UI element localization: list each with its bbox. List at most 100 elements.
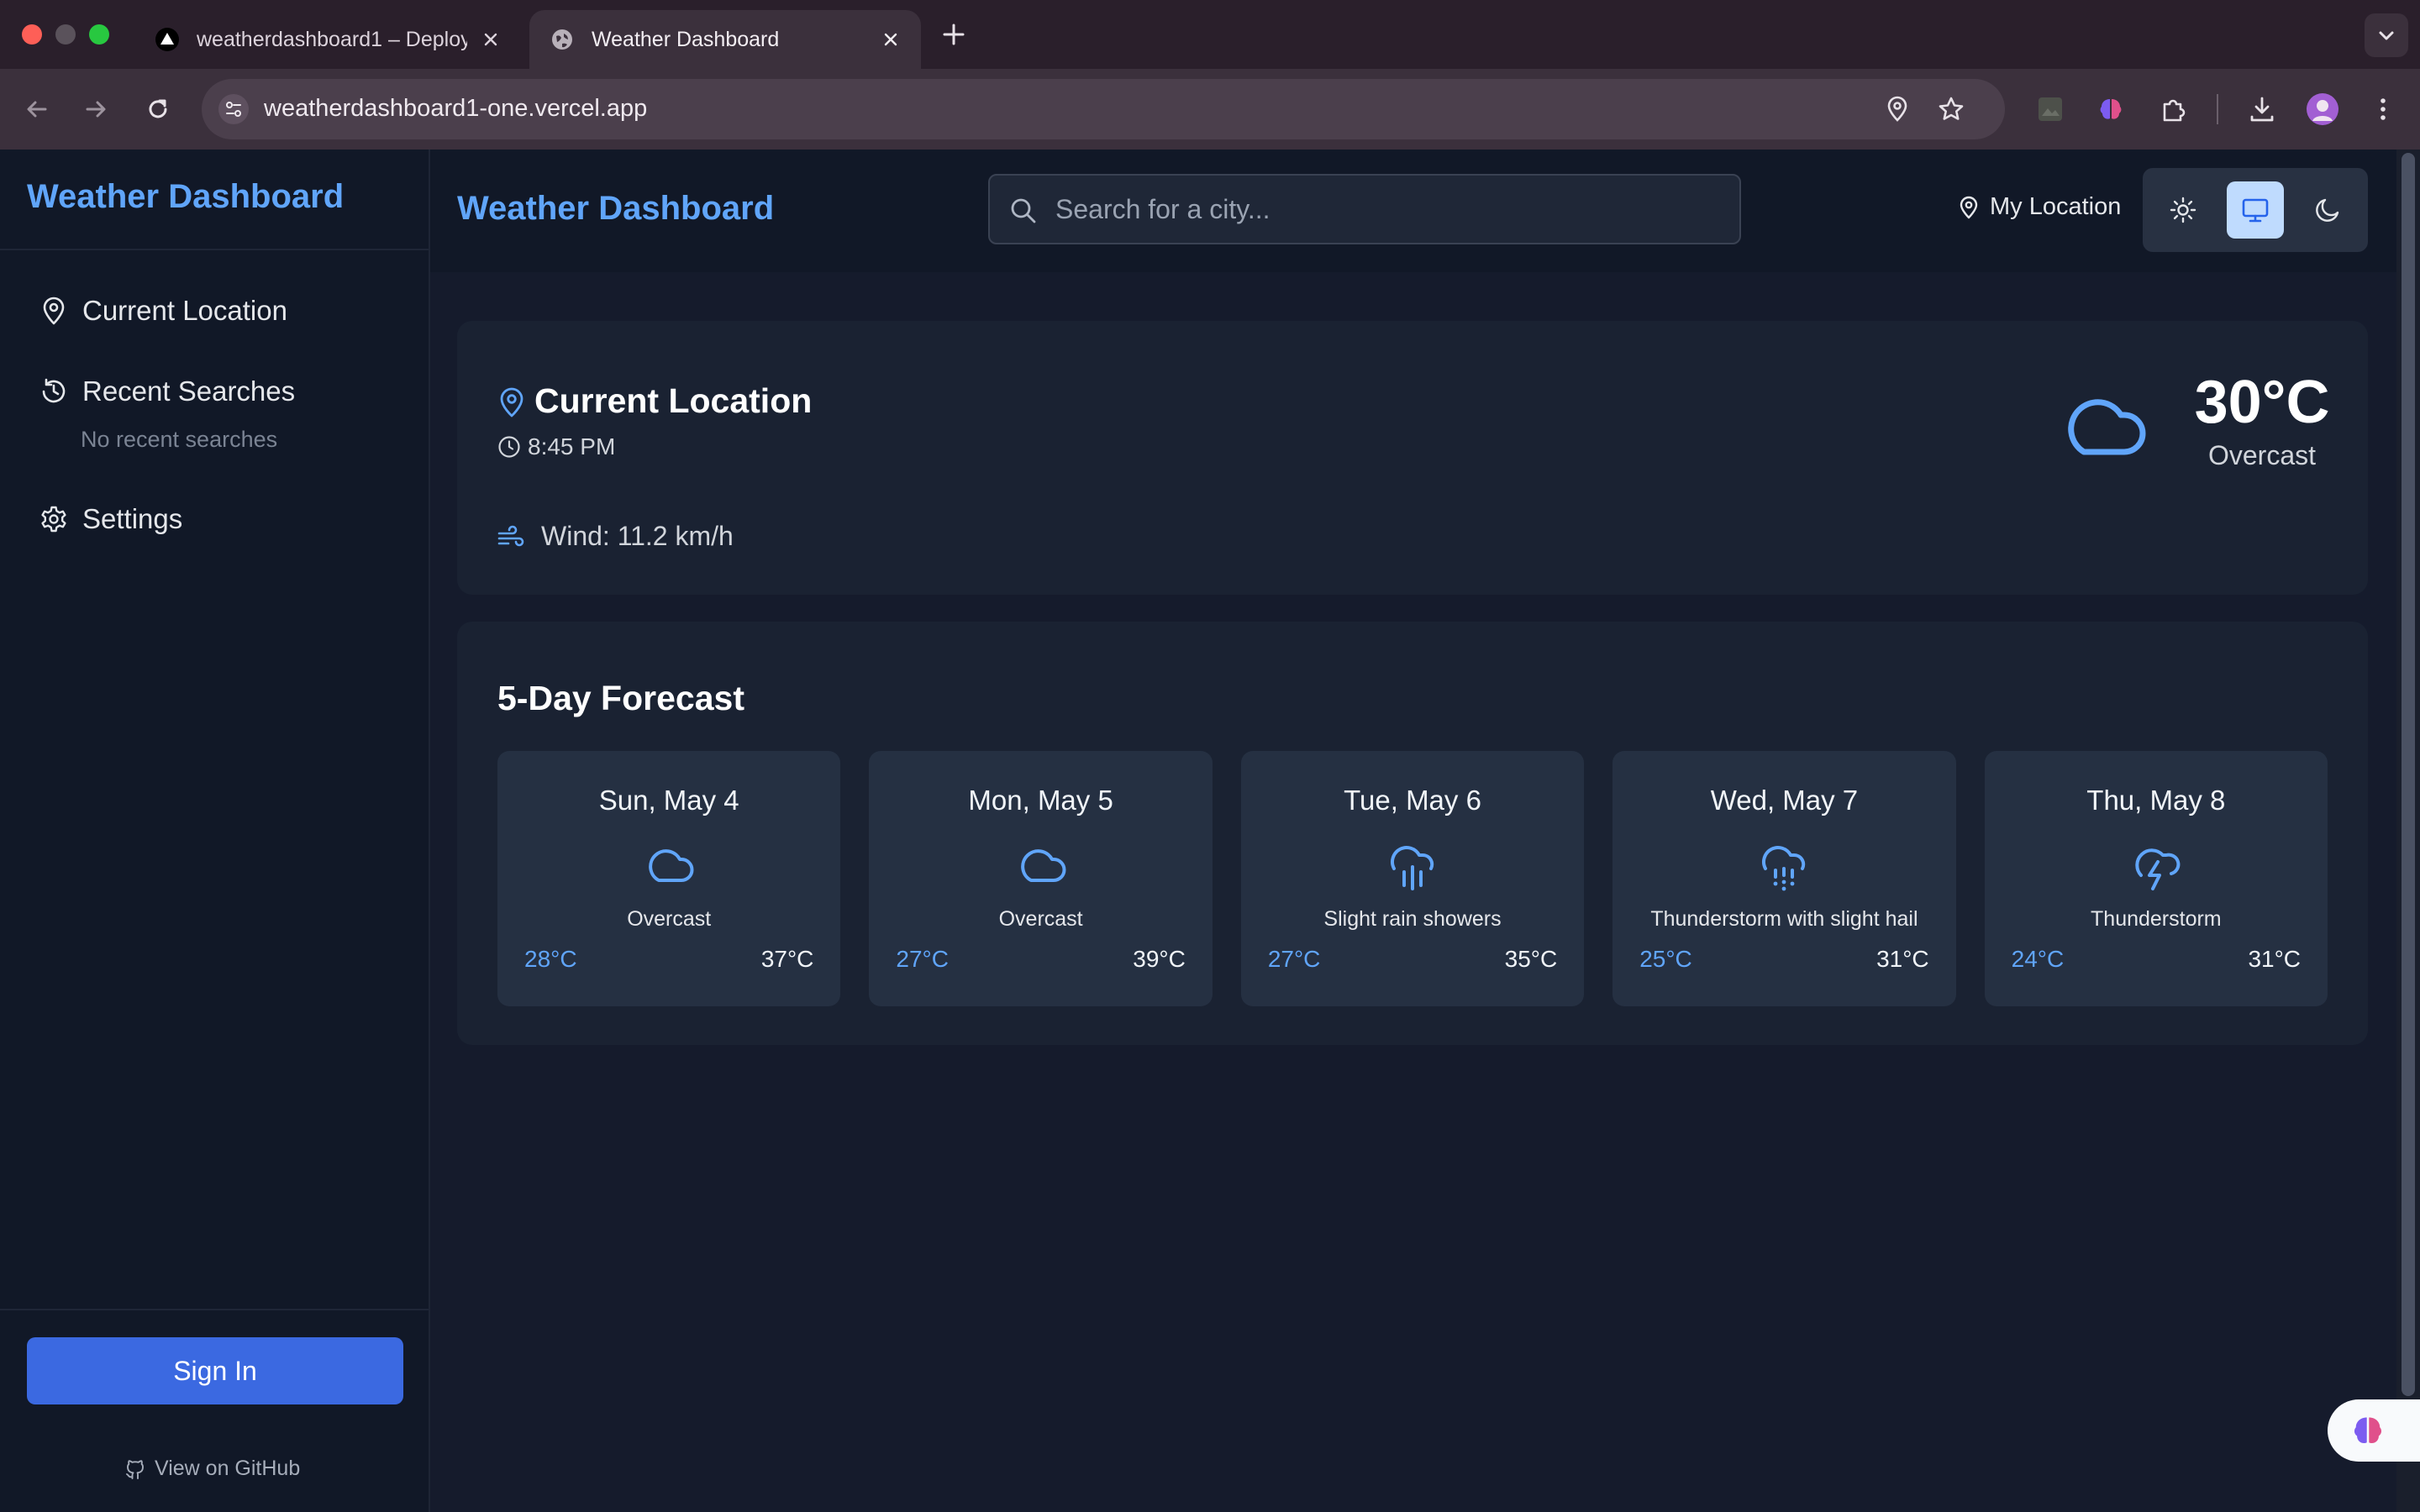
forecast-date: Tue, May 6	[1344, 785, 1481, 816]
forecast-low: 28°C	[524, 946, 577, 972]
sidebar-item-current-location[interactable]: Current Location	[39, 291, 287, 331]
sidebar: Weather Dashboard Current Location Recen…	[0, 150, 430, 1512]
github-icon	[126, 1459, 144, 1479]
tab-close-icon[interactable]	[481, 29, 501, 50]
forecast-day: Mon, May 5 Overcast 27°C 39°C	[869, 751, 1213, 1006]
forecast-date: Thu, May 8	[2086, 785, 2226, 816]
site-info-button[interactable]	[218, 94, 249, 124]
sidebar-divider	[0, 1309, 429, 1310]
tab-close-icon[interactable]	[881, 29, 901, 50]
download-icon	[2250, 97, 2274, 122]
sidebar-item-settings[interactable]: Settings	[39, 499, 182, 539]
forward-button[interactable]	[74, 87, 118, 131]
forecast-date: Mon, May 5	[968, 785, 1113, 816]
browser-tab-weather[interactable]: Weather Dashboard	[529, 10, 921, 69]
bookmark-star-icon[interactable]	[1936, 94, 1966, 124]
downloads-button[interactable]	[2245, 92, 2279, 126]
forecast-date: Wed, May 7	[1710, 785, 1859, 816]
brain-icon	[2354, 1417, 2382, 1444]
sidebar-item-label: Recent Searches	[82, 375, 296, 407]
browser-tab-bar: weatherdashboard1 – Deployment Overview …	[0, 0, 2420, 69]
chevron-down-icon	[2379, 31, 2394, 40]
forecast-day: Tue, May 6 Slight rain showers 27°C 35°C	[1240, 751, 1585, 1006]
search-icon	[1011, 198, 1036, 223]
window-zoom-button[interactable]	[89, 24, 109, 45]
search-input[interactable]	[1055, 176, 1719, 243]
arrow-right-icon	[86, 101, 106, 118]
forecast-date: Sun, May 4	[598, 785, 739, 816]
url-text[interactable]: weatherdashboard1-one.vercel.app	[264, 95, 647, 123]
reload-icon	[149, 99, 167, 118]
puzzle-icon	[2163, 99, 2186, 122]
forecast-high: 35°C	[1504, 946, 1558, 972]
window-minimize-button[interactable]	[55, 24, 76, 45]
wind-icon	[497, 525, 524, 547]
cloud-icon	[2068, 399, 2146, 455]
assistant-widget-button[interactable]	[2328, 1399, 2420, 1462]
browser-toolbar: weatherdashboard1-one.vercel.app	[0, 69, 2420, 150]
toolbar-divider	[2217, 94, 2218, 124]
profile-button[interactable]	[2306, 92, 2339, 126]
forecast-low: 27°C	[1267, 946, 1321, 972]
page-title[interactable]: Weather Dashboard	[457, 190, 774, 228]
forecast-day: Wed, May 7 Thunderstorm with slight hail…	[1612, 751, 1956, 1006]
my-location-button[interactable]: My Location	[1956, 193, 2121, 221]
avatar	[2307, 93, 2338, 125]
top-header: Weather Dashboard My Location	[430, 150, 2396, 272]
sun-icon	[2170, 197, 2196, 223]
forecast-card: 5-Day Forecast Sun, May 4 Overcast 28°C …	[457, 622, 2368, 1045]
location-icon[interactable]	[1882, 94, 1912, 124]
map-pin-icon	[500, 387, 523, 417]
new-tab-icon[interactable]	[939, 20, 968, 49]
forecast-condition: Slight rain showers	[1323, 907, 1502, 931]
cloud-hail-icon	[1762, 846, 1806, 891]
forecast-day: Sun, May 4 Overcast 28°C 37°C	[497, 751, 841, 1006]
extension-button[interactable]	[2094, 92, 2128, 126]
gear-icon	[41, 506, 66, 533]
current-weather-card: Current Location 8:45 PM Wind: 11.2 km/h…	[457, 321, 2368, 595]
forecast-high: 39°C	[1133, 946, 1186, 972]
back-button[interactable]	[15, 87, 59, 131]
moon-icon	[2316, 198, 2339, 222]
arrow-left-icon	[27, 101, 47, 118]
sign-in-button[interactable]: Sign In	[27, 1337, 403, 1404]
my-location-label: My Location	[1990, 193, 2122, 220]
theme-dark-button[interactable]	[2299, 181, 2356, 239]
extensions-menu-button[interactable]	[2156, 92, 2190, 126]
forecast-high: 31°C	[1876, 946, 1929, 972]
theme-system-button[interactable]	[2227, 181, 2284, 239]
window-close-button[interactable]	[22, 24, 42, 45]
current-temperature: 30°C	[2194, 369, 2330, 436]
city-search[interactable]	[988, 174, 1741, 244]
brain-icon	[2100, 99, 2122, 119]
reload-button[interactable]	[136, 87, 180, 131]
browser-menu-button[interactable]	[2366, 92, 2400, 126]
forecast-low: 25°C	[1639, 946, 1692, 972]
map-pin-icon	[43, 297, 65, 325]
tab-search-button[interactable]	[2365, 13, 2408, 57]
forecast-condition: Overcast	[998, 907, 1083, 931]
forecast-low: 24°C	[2011, 946, 2065, 972]
sidebar-title[interactable]: Weather Dashboard	[27, 178, 344, 216]
forecast-day: Thu, May 8 Thunderstorm 24°C 31°C	[1984, 751, 2328, 1006]
tune-icon	[226, 102, 241, 117]
clock-icon	[498, 436, 520, 458]
cloud-icon	[1020, 849, 1066, 882]
theme-light-button[interactable]	[2154, 181, 2212, 239]
recent-searches-empty-text: No recent searches	[81, 427, 278, 452]
extension-button[interactable]	[2033, 92, 2067, 126]
github-link[interactable]: View on GitHub	[124, 1457, 300, 1481]
sidebar-item-recent-searches[interactable]: Recent Searches	[39, 371, 295, 412]
cloud-rain-icon	[1391, 846, 1434, 890]
address-bar[interactable]: weatherdashboard1-one.vercel.app	[202, 79, 2005, 139]
extension-image-icon	[2039, 97, 2062, 121]
globe-icon	[552, 29, 572, 50]
current-time: 8:45 PM	[528, 433, 616, 459]
forecast-high: 31°C	[2248, 946, 2302, 972]
browser-tab-vercel[interactable]: weatherdashboard1 – Deployment Overview …	[134, 10, 521, 69]
sidebar-item-label: Settings	[82, 503, 183, 534]
current-condition: Overcast	[2207, 440, 2317, 470]
map-pin-icon	[1960, 196, 1978, 218]
scrollbar-thumb[interactable]	[2402, 153, 2415, 1396]
forecast-condition: Thunderstorm	[2091, 907, 2222, 931]
